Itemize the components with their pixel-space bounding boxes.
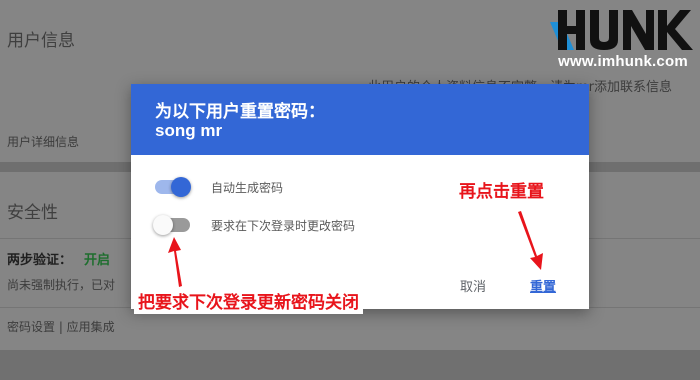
arrow-to-toggle-icon [168,237,182,287]
annotation-arrows [168,211,543,287]
arrow-to-reset-icon [518,211,543,270]
